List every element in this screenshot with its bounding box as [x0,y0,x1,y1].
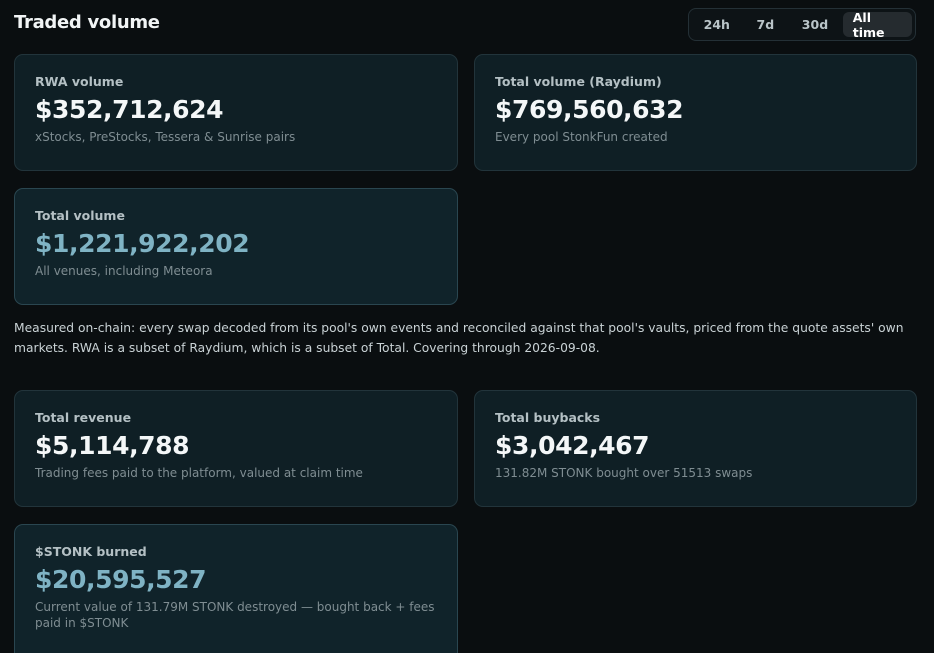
range-24h-button[interactable]: 24h [692,12,742,37]
card-label: Total volume [35,208,125,223]
raydium-volume-card: Total volume (Raydium) $769,560,632 Ever… [474,54,917,171]
card-subtitle: xStocks, PreStocks, Tessera & Sunrise pa… [35,130,296,144]
methodology-note: Measured on-chain: every swap decoded fr… [14,321,904,355]
card-value: $5,114,788 [35,431,190,460]
card-subtitle: Trading fees paid to the platform, value… [35,466,363,480]
card-subtitle: Every pool StonkFun created [495,130,668,144]
card-label: $STONK burned [35,544,147,559]
card-label: Total revenue [35,410,132,425]
card-subtitle: All venues, including Meteora [35,264,213,278]
section-title: Traded volume [14,12,160,33]
card-subtitle: Current value of 131.79M STONK destroyed… [35,600,435,630]
card-value: $352,712,624 [35,95,224,124]
card-label: Total buybacks [495,410,601,425]
range-7d-button[interactable]: 7d [744,12,788,37]
total-buybacks-card: Total buybacks $3,042,467 131.82M STONK … [474,390,917,507]
card-subtitle: 131.82M STONK bought over 51513 swaps [495,466,753,480]
stonk-burned-card: $STONK burned $20,595,527 Current value … [14,524,458,653]
card-label: Total volume (Raydium) [495,74,662,89]
total-volume-card: Total volume $1,221,922,202 All venues, … [14,188,458,305]
card-value: $769,560,632 [495,95,684,124]
traded-volume-page: Traded volume 24h 7d 30d All time RWA vo… [0,0,934,653]
card-value: $3,042,467 [495,431,650,460]
total-revenue-card: Total revenue $5,114,788 Trading fees pa… [14,390,458,507]
time-range-selector: 24h 7d 30d All time [688,8,916,41]
card-value: $20,595,527 [35,565,207,594]
card-label: RWA volume [35,74,124,89]
range-all-time-button[interactable]: All time [842,10,912,40]
range-30d-button[interactable]: 30d [789,12,841,37]
card-value: $1,221,922,202 [35,229,250,258]
rwa-volume-card: RWA volume $352,712,624 xStocks, PreStoc… [14,54,458,171]
